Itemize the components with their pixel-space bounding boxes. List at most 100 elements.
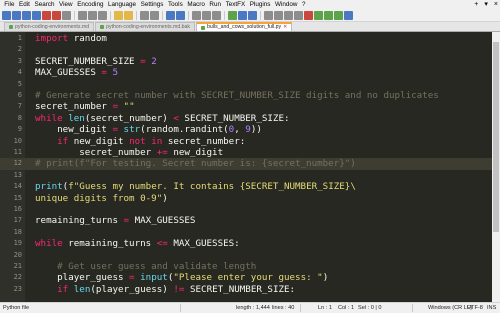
record-icon[interactable]: [304, 11, 313, 20]
cut-icon[interactable]: [78, 11, 87, 20]
sync-h-icon[interactable]: [202, 11, 211, 20]
close-window-icon[interactable]: ×: [494, 0, 498, 10]
code-token: if: [57, 135, 69, 147]
code-line[interactable]: 23 if len(player_guess) != SECRET_NUMBER…: [0, 284, 500, 295]
code-line[interactable]: 9 new_digit = str(random.randint(0, 9)): [0, 124, 500, 135]
menu-view[interactable]: View: [57, 0, 75, 10]
code-line[interactable]: 15 unique digits from 0-9"): [0, 193, 500, 204]
toolbar-separator: [224, 11, 225, 20]
menu-settings[interactable]: Settings: [138, 0, 165, 10]
folder-workspace-icon[interactable]: [284, 11, 293, 20]
line-number: 18: [13, 227, 22, 236]
code-token: input: [140, 272, 168, 284]
dropdown-icon[interactable]: ▾: [484, 0, 488, 10]
code-line[interactable]: 22 player_guess = input("Please enter yo…: [0, 272, 500, 283]
menu-window[interactable]: Window: [273, 0, 300, 10]
code-line[interactable]: 14 print(f"Guess my number. It contains {…: [0, 181, 500, 192]
code-line[interactable]: 10 if new_digit not in secret_number:: [0, 136, 500, 147]
sync-v-icon[interactable]: [192, 11, 201, 20]
code-token: remaining_turns: [35, 215, 124, 227]
indent-guide-icon[interactable]: [238, 11, 247, 20]
paste-icon[interactable]: [98, 11, 107, 20]
code-line[interactable]: 19 while remaining_turns <= MAX_GUESSES:: [0, 238, 500, 249]
code-text: unique digits from 0-9"): [35, 193, 168, 204]
code-line[interactable]: 21 # Get user guess and validate length: [0, 261, 500, 272]
code-line[interactable]: 11 secret_number += new_digit: [0, 147, 500, 158]
code-line[interactable]: 12 # print(f"For testing. Secret number i…: [0, 158, 500, 170]
code-token: unique digits from 0-9": [35, 192, 163, 204]
scrollbar-thumb[interactable]: [493, 42, 499, 232]
open-file-icon[interactable]: [12, 11, 21, 20]
code-editor[interactable]: 1 import random 2 3 SECRET_NUMBER_SIZE = 24M…: [0, 32, 500, 302]
redo-icon[interactable]: [124, 11, 133, 20]
code-token: SECRET_NUMBER_SIZE: [35, 55, 141, 67]
copy-icon[interactable]: [88, 11, 97, 20]
menu-language[interactable]: Language: [106, 0, 139, 10]
lang-icon[interactable]: [248, 11, 257, 20]
line-number: 1: [17, 34, 22, 42]
tab-3[interactable]: bulls_and_cows_solution_full.py ✕: [196, 22, 293, 32]
play-icon[interactable]: [324, 11, 333, 20]
menu-help[interactable]: ?: [300, 0, 308, 10]
code-line[interactable]: 4 MAX_GUESSES = 5: [0, 67, 500, 78]
stop-icon[interactable]: [314, 11, 323, 20]
code-line[interactable]: 13: [0, 170, 500, 181]
vertical-scrollbar[interactable]: [492, 32, 500, 302]
toolbar-separator: [188, 11, 189, 20]
menu-tools[interactable]: Tools: [166, 0, 185, 10]
code-line[interactable]: 8 while len(secret_number) < SECRET_NUMBE…: [0, 113, 500, 124]
code-text: MAX_GUESSES = 5: [35, 67, 118, 78]
menu-edit[interactable]: Edit: [17, 0, 32, 10]
menu-file[interactable]: File: [2, 0, 17, 10]
save-all-icon[interactable]: [32, 11, 41, 20]
code-token: len: [73, 283, 91, 295]
code-line[interactable]: 3 SECRET_NUMBER_SIZE = 2: [0, 56, 500, 67]
new-file-icon[interactable]: [2, 11, 11, 20]
zoom-in-icon[interactable]: [166, 11, 175, 20]
replace-icon[interactable]: [150, 11, 159, 20]
save-macro-icon[interactable]: [344, 11, 353, 20]
code-line[interactable]: 20: [0, 250, 500, 261]
code-line[interactable]: 5: [0, 79, 500, 90]
menu-plugins[interactable]: Plugins: [247, 0, 272, 10]
code-line[interactable]: 7 secret_number = "": [0, 101, 500, 112]
zoom-out-icon[interactable]: [176, 11, 185, 20]
code-line[interactable]: 17 remaining_turns = MAX_GUESSES: [0, 215, 500, 226]
wrap-icon[interactable]: [212, 11, 221, 20]
code-token: new_digit: [68, 135, 130, 147]
tab-1[interactable]: python-coding-environments.md: [4, 22, 95, 31]
undo-icon[interactable]: [114, 11, 123, 20]
tab-label: bulls_and_cows_solution_full.py: [207, 24, 282, 30]
code-line[interactable]: 16: [0, 204, 500, 215]
code-line[interactable]: 18: [0, 227, 500, 238]
menu-run[interactable]: Run: [207, 0, 223, 10]
code-line[interactable]: 6 # Generate secret number with SECRET_NU…: [0, 90, 500, 101]
close-icon[interactable]: [42, 11, 51, 20]
code-text: # print(f"For testing. Secret number is:…: [35, 158, 356, 169]
code-line[interactable]: 2: [0, 44, 500, 55]
print-icon[interactable]: [62, 11, 71, 20]
tab-2[interactable]: python-coding-environments.md.bak: [95, 22, 196, 31]
monitor-icon[interactable]: [294, 11, 303, 20]
line-number: 22: [13, 273, 22, 282]
menu-encoding[interactable]: Encoding: [75, 0, 106, 10]
line-number: 19: [13, 239, 22, 248]
all-chars-icon[interactable]: [228, 11, 237, 20]
save-icon[interactable]: [22, 11, 31, 20]
function-list-icon[interactable]: [274, 11, 283, 20]
menu-macro[interactable]: Macro: [185, 0, 207, 10]
close-all-icon[interactable]: [52, 11, 61, 20]
code-token: MAX_GUESSES: [35, 67, 102, 79]
menu-textfx[interactable]: TextFX: [223, 0, 247, 10]
menu-search[interactable]: Search: [32, 0, 57, 10]
find-icon[interactable]: [140, 11, 149, 20]
line-number: 20: [13, 250, 22, 259]
doc-map-icon[interactable]: [264, 11, 273, 20]
play-multi-icon[interactable]: [334, 11, 343, 20]
close-tab-icon[interactable]: ✕: [283, 23, 287, 32]
line-number: 21: [13, 262, 22, 270]
code-line[interactable]: 1 import random: [0, 33, 500, 44]
add-icon[interactable]: +: [474, 0, 478, 10]
file-saved-icon: [201, 25, 206, 30]
